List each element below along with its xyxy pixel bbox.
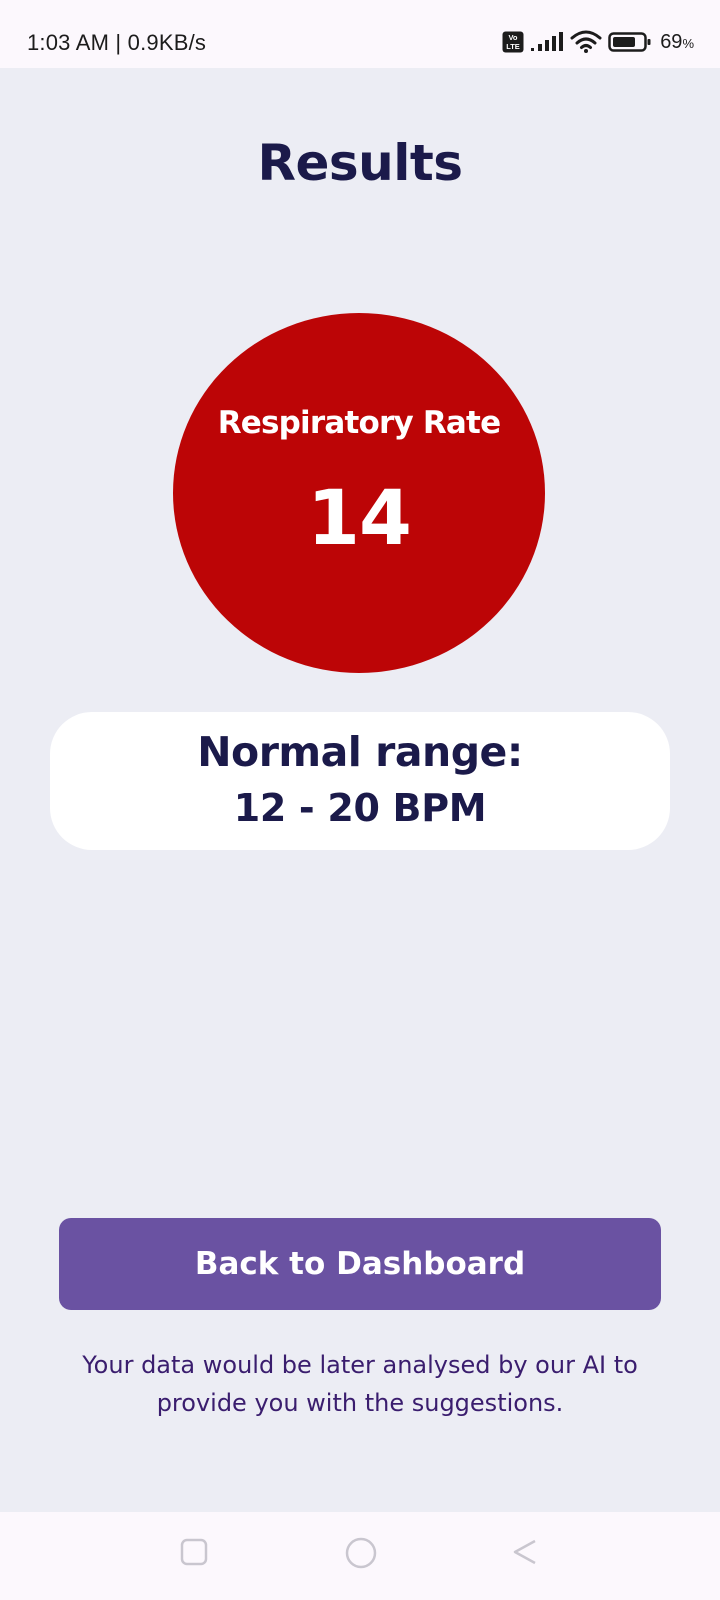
- footer-note: Your data would be later analysed by our…: [82, 1351, 638, 1417]
- normal-range-label: Normal range:: [197, 728, 523, 776]
- status-time-speed: 1:03 AM | 0.9KB/s: [27, 30, 207, 55]
- normal-range-value: 12 - 20 BPM: [233, 786, 487, 830]
- volte-icon: Vo LTE: [502, 31, 524, 53]
- battery-percent: 69%: [660, 30, 694, 53]
- battery-icon: [608, 32, 651, 52]
- svg-text:Vo: Vo: [509, 33, 518, 42]
- home-icon[interactable]: [344, 1536, 378, 1570]
- status-bar: 1:03 AM | 0.9KB/s Vo LTE 69%: [0, 0, 720, 68]
- navigation-bar: [0, 1512, 720, 1600]
- result-value: 14: [307, 473, 412, 562]
- page-title: Results: [257, 134, 463, 192]
- normal-range-card: Normal range: 12 - 20 BPM: [50, 712, 670, 850]
- result-label: Respiratory Rate: [217, 405, 501, 441]
- wifi-icon: [570, 30, 602, 53]
- back-to-dashboard-button[interactable]: Back to Dashboard: [59, 1218, 661, 1310]
- status-icons: Vo LTE 69%: [502, 30, 694, 54]
- svg-text:LTE: LTE: [506, 42, 520, 51]
- recents-icon[interactable]: [180, 1538, 208, 1566]
- result-circle: Respiratory Rate 14: [173, 313, 545, 673]
- back-icon[interactable]: [512, 1538, 538, 1566]
- signal-icon: [531, 32, 564, 51]
